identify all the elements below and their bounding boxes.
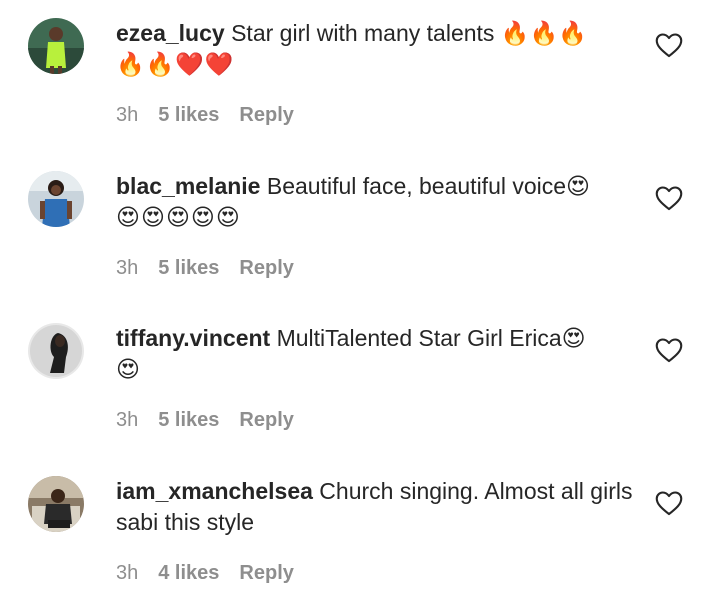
- comment-time: 3h: [116, 257, 139, 279]
- comment-emoji: 🔥🔥🔥: [500, 20, 587, 46]
- likes-count[interactable]: 4 likes: [158, 562, 219, 585]
- comment-time: 3h: [116, 104, 139, 126]
- comment-body: tiffany.vincent MultiTalented Star Girl …: [116, 323, 636, 385]
- avatar-image: [28, 476, 84, 532]
- avatar-image: [28, 171, 84, 227]
- reply-button[interactable]: Reply: [239, 257, 293, 280]
- comment-body: iam_xmanchelsea Church singing. Almost a…: [116, 476, 636, 538]
- comment-time: 3h: [116, 562, 139, 584]
- avatar-image: [28, 323, 84, 379]
- reply-button[interactable]: Reply: [239, 409, 293, 432]
- avatar-image: [28, 18, 84, 74]
- comment-text: MultiTalented Star Girl Erica😍: [276, 325, 586, 351]
- reply-button[interactable]: Reply: [239, 104, 293, 127]
- comment-time: 3h: [116, 409, 139, 431]
- comment-meta: 3h 5 likes Reply: [116, 104, 294, 127]
- avatar[interactable]: [28, 476, 84, 532]
- comment-meta: 3h 5 likes Reply: [116, 257, 294, 280]
- like-heart-icon[interactable]: [655, 490, 683, 516]
- like-heart-icon[interactable]: [655, 32, 683, 58]
- comment-username[interactable]: tiffany.vincent: [116, 325, 270, 351]
- like-heart-icon[interactable]: [655, 185, 683, 211]
- comment-username[interactable]: blac_melanie: [116, 173, 260, 199]
- comment-emoji-line: 🔥🔥❤️❤️: [116, 51, 235, 77]
- avatar[interactable]: [28, 323, 84, 379]
- reply-button[interactable]: Reply: [239, 562, 293, 585]
- comment-emoji-line: 😍😍😍😍😍: [116, 204, 241, 230]
- comment-username[interactable]: ezea_lucy: [116, 20, 225, 46]
- comment-username[interactable]: iam_xmanchelsea: [116, 478, 313, 504]
- avatar[interactable]: [28, 18, 84, 74]
- comment-emoji-line: 😍: [116, 356, 141, 382]
- comment-body: blac_melanie Beautiful face, beautiful v…: [116, 171, 636, 233]
- comment-text: Star girl with many talents: [231, 20, 495, 46]
- comment-meta: 3h 5 likes Reply: [116, 409, 294, 432]
- comment-text: Beautiful face, beautiful voice😍: [266, 173, 591, 199]
- likes-count[interactable]: 5 likes: [158, 104, 219, 127]
- likes-count[interactable]: 5 likes: [158, 409, 219, 432]
- comment-body: ezea_lucy Star girl with many talents 🔥🔥…: [116, 18, 636, 80]
- comment-meta: 3h 4 likes Reply: [116, 562, 294, 585]
- like-heart-icon[interactable]: [655, 337, 683, 363]
- likes-count[interactable]: 5 likes: [158, 257, 219, 280]
- avatar[interactable]: [28, 171, 84, 227]
